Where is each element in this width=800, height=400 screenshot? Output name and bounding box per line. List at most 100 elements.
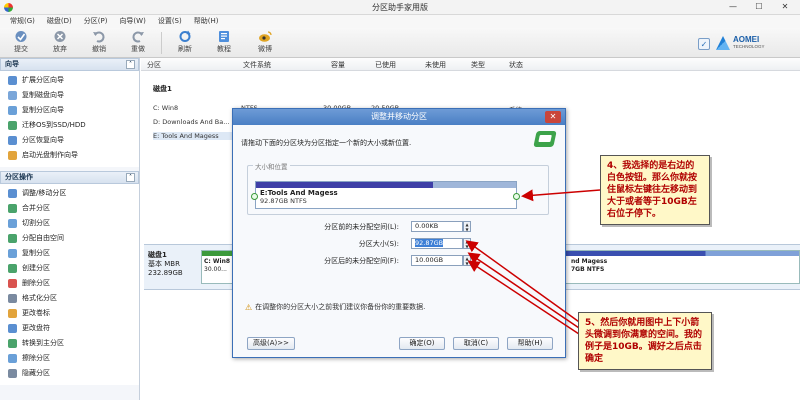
menu-partition[interactable]: 分区(P) [78, 15, 114, 28]
maximize-button[interactable]: ☐ [746, 0, 772, 14]
table-row[interactable]: C: Win8 [153, 104, 178, 112]
menu-help[interactable]: 帮助(H) [188, 15, 225, 28]
table-row[interactable]: D: Downloads And Ba... [153, 118, 229, 126]
ops-item[interactable]: 切割分区 [8, 216, 139, 231]
ops-item[interactable]: 转换到主分区 [8, 336, 139, 351]
ops-item[interactable]: 擦除分区 [8, 351, 139, 366]
ops-item[interactable]: 隐藏分区 [8, 366, 139, 381]
label-icon [8, 309, 17, 318]
wizard-item[interactable]: 复制分区向导 [8, 103, 139, 118]
ok-button[interactable]: 确定(O) [399, 337, 445, 350]
size-input[interactable]: 92.87GB [411, 238, 463, 249]
wizard-panel-header[interactable]: 向导 ˄ [0, 58, 139, 71]
menu-general[interactable]: 常规(G) [4, 15, 41, 28]
menu-bar: 常规(G) 磁盘(D) 分区(P) 向导(W) 设置(S) 帮助(H) [0, 15, 800, 28]
dialog-title-bar[interactable]: 调整并移动分区 ✕ [233, 109, 565, 125]
wizard-item[interactable]: 复制磁盘向导 [8, 88, 139, 103]
col-unused[interactable]: 未使用 [425, 60, 446, 70]
wizard-item[interactable]: 扩展分区向导 [8, 73, 139, 88]
copy-icon [8, 249, 17, 258]
collapse-icon[interactable]: ˄ [126, 60, 135, 69]
ops-item-label: 擦除分区 [22, 354, 50, 362]
ops-item[interactable]: 删除分区 [8, 276, 139, 291]
boot-disc-icon [8, 151, 17, 160]
checkbox-icon[interactable]: ✓ [698, 38, 710, 50]
redo-icon [132, 31, 144, 43]
copy-partition-icon [8, 106, 17, 115]
ops-item[interactable]: 格式化分区 [8, 291, 139, 306]
delete-icon [8, 279, 17, 288]
commit-icon [15, 31, 27, 42]
group-label: 大小和位置 [253, 161, 290, 171]
dialog-close-button[interactable]: ✕ [545, 111, 561, 123]
col-partition[interactable]: 分区 [147, 60, 161, 70]
undo-button[interactable]: 撤销 [82, 29, 116, 57]
after-space-input[interactable]: 10.00GB [411, 255, 463, 266]
split-icon [8, 219, 17, 228]
col-filesystem[interactable]: 文件系统 [243, 60, 271, 70]
aomei-mark-icon [716, 36, 730, 50]
ops-item[interactable]: 创建分区 [8, 261, 139, 276]
redo-button[interactable]: 重做 [121, 29, 155, 57]
before-space-spinner[interactable]: ▲ ▼ [463, 221, 471, 232]
left-drag-handle[interactable] [251, 193, 258, 200]
discard-icon [54, 31, 66, 42]
ops-item[interactable]: 调整/移动分区 [8, 186, 139, 201]
advanced-button[interactable]: 高级(A)>> [247, 337, 295, 350]
ops-item-label: 合并分区 [22, 204, 50, 212]
wizard-item[interactable]: 分区恢复向导 [8, 133, 139, 148]
backup-warning: ⚠ 在调整你的分区大小之前我们建议你备份你的重要数据. [245, 302, 425, 312]
col-status[interactable]: 状态 [509, 60, 523, 70]
brand-sub: TECHNOLOGY [733, 44, 765, 49]
refresh-button[interactable]: 刷新 [168, 29, 202, 57]
disk-map-partition[interactable]: nd Magess 7GB NTFS [564, 250, 800, 284]
refresh-label: 刷新 [178, 45, 192, 53]
col-capacity[interactable]: 容量 [331, 60, 345, 70]
warning-icon: ⚠ [245, 302, 253, 312]
commit-button[interactable]: 提交 [4, 29, 38, 57]
menu-disk[interactable]: 磁盘(D) [41, 15, 78, 28]
toolbar-divider [161, 32, 162, 54]
size-label: 分区大小(S): [358, 240, 399, 248]
table-header: 分区 文件系统 容量 已使用 未使用 类型 状态 [141, 58, 800, 71]
close-button[interactable]: ✕ [772, 0, 798, 14]
ops-item-label: 转换到主分区 [22, 339, 64, 347]
ops-item[interactable]: 更改卷标 [8, 306, 139, 321]
wizard-item[interactable]: 启动光盘制作向导 [8, 148, 139, 163]
menu-wizard[interactable]: 向导(W) [113, 15, 151, 28]
partition-slider[interactable]: E:Tools And Magess 92.87GB NTFS [255, 181, 517, 209]
tutorial-button[interactable]: 教程 [207, 29, 241, 57]
col-type[interactable]: 类型 [471, 60, 485, 70]
right-drag-handle[interactable] [513, 193, 520, 200]
partition-recovery-icon [8, 136, 17, 145]
after-space-spinner[interactable]: ▲ ▼ [463, 255, 471, 266]
discard-label: 放弃 [53, 45, 67, 53]
drive-letter-icon [8, 324, 17, 333]
ops-item-label: 复制分区 [22, 249, 50, 257]
ops-item-label: 隐藏分区 [22, 369, 50, 377]
brand-name: AOMEI [733, 35, 760, 44]
ops-item[interactable]: 合并分区 [8, 201, 139, 216]
discard-button[interactable]: 放弃 [43, 29, 77, 57]
ops-panel-header[interactable]: 分区操作 ˄ [0, 171, 139, 184]
before-space-input[interactable]: 0.00KB [411, 221, 463, 232]
disk-map-partition[interactable]: C: Win8 30.00... [201, 250, 235, 284]
wizard-item[interactable]: 迁移OS到SSD/HDD [8, 118, 139, 133]
after-space-label: 分区后的未分配空间(F): [324, 257, 399, 265]
size-spinner[interactable]: ▲ ▼ [463, 238, 471, 249]
help-button[interactable]: 帮助(H) [507, 337, 553, 350]
minimize-button[interactable]: — [720, 0, 746, 14]
part-info: 30.00... [204, 266, 227, 273]
create-icon [8, 264, 17, 273]
ops-item[interactable]: 分配自由空间 [8, 231, 139, 246]
weibo-button[interactable]: 微博 [248, 29, 282, 57]
menu-settings[interactable]: 设置(S) [152, 15, 188, 28]
cancel-button[interactable]: 取消(C) [453, 337, 499, 350]
migrate-os-icon [8, 121, 17, 130]
col-used[interactable]: 已使用 [375, 60, 396, 70]
weibo-icon [259, 31, 272, 42]
warning-text: 在调整你的分区大小之前我们建议你备份你的重要数据. [255, 303, 426, 311]
ops-item[interactable]: 复制分区 [8, 246, 139, 261]
ops-item[interactable]: 更改盘符 [8, 321, 139, 336]
collapse-icon[interactable]: ˄ [126, 173, 135, 182]
